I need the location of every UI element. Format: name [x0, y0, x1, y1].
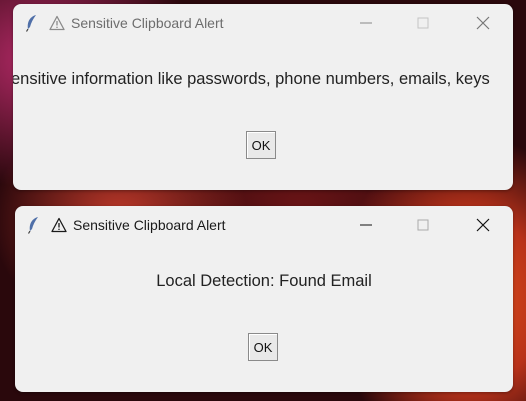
- title-bar[interactable]: Sensitive Clipboard Alert: [15, 206, 513, 244]
- maximize-button[interactable]: [410, 10, 436, 36]
- minimize-button[interactable]: [353, 212, 379, 238]
- window-title: Sensitive Clipboard Alert: [73, 217, 226, 233]
- ok-button[interactable]: OK: [248, 333, 278, 361]
- close-icon: [476, 218, 490, 232]
- window-title: Sensitive Clipboard Alert: [71, 15, 224, 31]
- warning-icon: [51, 217, 67, 233]
- close-icon: [476, 16, 490, 30]
- minimize-icon: [360, 224, 372, 226]
- minimize-button[interactable]: [353, 10, 379, 36]
- feather-icon: [25, 15, 36, 32]
- minimize-icon: [360, 22, 372, 24]
- alert-message: Sensitive information like passwords, ph…: [13, 70, 490, 88]
- feather-icon: [27, 217, 38, 234]
- ok-button[interactable]: OK: [246, 131, 276, 159]
- title-bar[interactable]: Sensitive Clipboard Alert: [13, 4, 513, 42]
- alert-dialog-1: Sensitive Clipboard Alert Sensitive info…: [13, 4, 513, 190]
- warning-icon: [49, 15, 65, 31]
- alert-message: Local Detection: Found Email: [156, 272, 372, 290]
- alert-dialog-2: Sensitive Clipboard Alert Local Detectio…: [15, 206, 513, 392]
- maximize-button[interactable]: [410, 212, 436, 238]
- maximize-icon: [417, 17, 429, 29]
- maximize-icon: [417, 219, 429, 231]
- close-button[interactable]: [470, 10, 496, 36]
- close-button[interactable]: [470, 212, 496, 238]
